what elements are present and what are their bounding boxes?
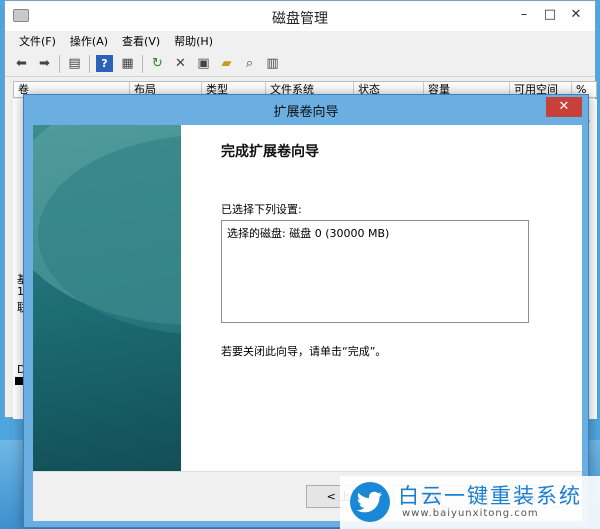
- close-button[interactable]: ✕: [563, 5, 589, 25]
- settings-icon[interactable]: ▥: [264, 55, 281, 72]
- bird-logo-graphic: [357, 491, 382, 513]
- dialog-title: 扩展卷向导: [273, 105, 339, 120]
- selected-settings-box[interactable]: 选择的磁盘: 磁盘 0 (30000 MB): [221, 220, 529, 323]
- watermark: 白云一键重装系统 www.baiyunxitong.com: [340, 476, 600, 529]
- forward-arrow-icon[interactable]: ➡: [36, 55, 53, 72]
- delete-icon[interactable]: ✕: [172, 55, 189, 72]
- properties-view-icon[interactable]: ▦: [119, 55, 136, 72]
- dialog-body: 完成扩展卷向导 已选择下列设置: 选择的磁盘: 磁盘 0 (30000 MB) …: [33, 125, 582, 521]
- refresh-icon[interactable]: ↻: [149, 55, 166, 72]
- maximize-button[interactable]: □: [537, 5, 563, 25]
- selected-disk-text: 选择的磁盘: 磁盘 0 (30000 MB): [227, 227, 390, 240]
- selected-settings-label: 已选择下列设置:: [221, 203, 302, 216]
- minimize-button[interactable]: –: [511, 5, 537, 25]
- menu-help[interactable]: 帮助(H): [174, 33, 213, 49]
- dialog-close-button[interactable]: ✕: [546, 97, 582, 117]
- toolbar-separator: [142, 54, 143, 73]
- main-title-bar: 磁盘管理 – □ ✕: [5, 1, 595, 31]
- menu-bar: 文件(F) 操作(A) 查看(V) 帮助(H): [5, 31, 595, 51]
- toolbar-separator: [89, 54, 90, 73]
- watermark-text: 白云一键重装系统: [398, 484, 582, 508]
- watermark-url: www.baiyunxitong.com: [402, 508, 539, 519]
- extend-volume-wizard-dialog: 扩展卷向导 ✕ 完成扩展卷向导 已选择下列设置: 选择的磁盘: 磁盘 0 (30…: [23, 94, 589, 528]
- toolbar-separator: [59, 54, 60, 73]
- back-arrow-icon[interactable]: ⬅: [13, 55, 30, 72]
- dialog-title-bar: 扩展卷向导 ✕: [24, 95, 588, 123]
- menu-action[interactable]: 操作(A): [70, 33, 108, 49]
- wizard-banner-image: [33, 125, 181, 471]
- toolbar: ⬅ ➡ ▤ ? ▦ ↻ ✕ ▣ ▰ ⌕ ▥: [5, 51, 595, 77]
- search-icon[interactable]: ⌕: [241, 55, 258, 72]
- finish-instruction-text: 若要关闭此向导，请单击“完成”。: [221, 345, 387, 358]
- main-window-title: 磁盘管理: [272, 11, 328, 27]
- help-icon[interactable]: ?: [96, 55, 113, 72]
- properties-icon[interactable]: ▣: [195, 55, 212, 72]
- wizard-heading: 完成扩展卷向导: [221, 144, 319, 160]
- banner-wave-graphic: [33, 125, 181, 334]
- bird-logo-icon: [350, 482, 390, 522]
- menu-view[interactable]: 查看(V): [122, 33, 160, 49]
- menu-file[interactable]: 文件(F): [19, 33, 56, 49]
- open-folder-icon[interactable]: ▰: [218, 55, 235, 72]
- console-tree-icon[interactable]: ▤: [66, 55, 83, 72]
